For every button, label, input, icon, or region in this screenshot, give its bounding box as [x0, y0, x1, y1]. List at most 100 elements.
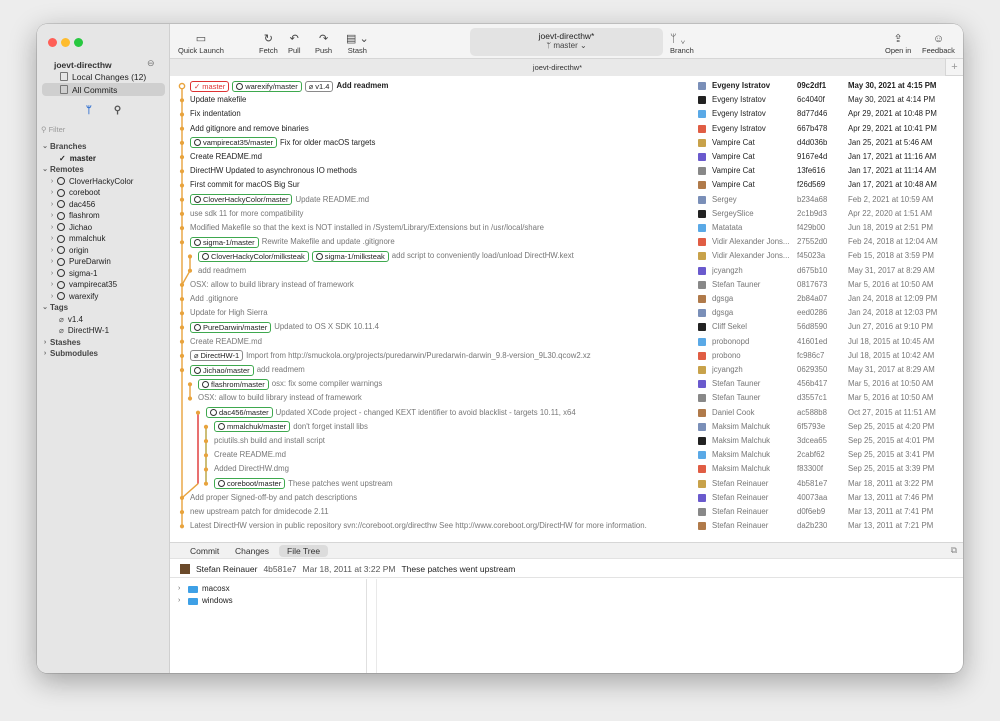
sidebar-all-commits[interactable]: All Commits — [42, 83, 165, 96]
commit-row[interactable]: Add gitignore and remove binaries Evgeny … — [170, 122, 963, 136]
branch-badge[interactable]: Jichao/master — [190, 364, 254, 376]
remote-item[interactable]: › coreboot — [37, 187, 170, 199]
commit-row[interactable]: OSX: allow to build library instead of f… — [170, 278, 963, 292]
branch-badge[interactable]: CloverHackyColor/milksteak — [198, 250, 309, 262]
sidebar-local-changes[interactable]: Local Changes (12) — [42, 70, 165, 83]
external-link-icon[interactable]: ⧉ — [951, 545, 957, 556]
remote-item[interactable]: › Jichao — [37, 222, 170, 234]
window-title[interactable]: joevt-directhw* ᛘ master ⌄ — [470, 28, 663, 56]
branch-badge[interactable]: CloverHackyColor/master — [190, 194, 293, 206]
commit-row[interactable]: CloverHackyColor/milksteak sigma-1/milkst… — [170, 249, 963, 263]
minimize-window-button[interactable] — [61, 38, 70, 47]
fetch-button[interactable]: ↻ Fetch — [259, 32, 278, 55]
commit-row[interactable]: Update makefile Evgeny Istratov 6c4040f May… — [170, 93, 963, 107]
open-in-button[interactable]: ⇪ Open in — [885, 32, 911, 55]
tab-changes[interactable]: Changes — [227, 545, 277, 557]
commit-row[interactable]: OSX: allow to build library instead of f… — [170, 391, 963, 405]
commit-row[interactable]: DirectHW Updated to asynchronous IO meth… — [170, 164, 963, 178]
branch-badge[interactable]: dac456/master — [206, 407, 273, 419]
commit-row[interactable]: Latest DirectHW version in public reposi… — [170, 519, 963, 533]
commit-row[interactable]: Create README.md probonopd 41601ed Jul 18, … — [170, 335, 963, 349]
avatar — [698, 351, 706, 360]
tag-item[interactable]: ⌀ DirectHW-1 — [37, 325, 170, 337]
remote-item[interactable]: › CloverHackyColor — [37, 176, 170, 188]
new-tab-button[interactable]: + — [945, 59, 963, 76]
remote-item[interactable]: › flashrom — [37, 210, 170, 222]
tag-icon: ⌀ — [194, 351, 199, 361]
tags-header[interactable]: ⌄ Tags — [37, 302, 170, 314]
remote-item[interactable]: › PureDarwin — [37, 256, 170, 268]
folder-item[interactable]: › macosx — [170, 583, 366, 595]
commit-row[interactable]: Added DirectHW.dmg Maksim Malchuk f83300f S… — [170, 462, 963, 476]
branch-badge[interactable]: warexify/master — [232, 80, 302, 92]
zoom-window-button[interactable] — [74, 38, 83, 47]
branch-badge[interactable]: sigma-1/milksteak — [311, 250, 389, 262]
branch-icon[interactable]: ᛘ — [86, 105, 92, 119]
commit-row[interactable]: Create README.md Vampire Cat 9167e4d Jan 17… — [170, 150, 963, 164]
remote-item[interactable]: › warexify — [37, 291, 170, 303]
commit-date: May 31, 2017 at 8:29 AM — [848, 365, 935, 374]
commit-row[interactable]: vampirecat35/master Fix for older macOS t… — [170, 136, 963, 150]
filter-input[interactable]: ⚲ Filter — [41, 125, 65, 134]
commit-row[interactable]: flashrom/master osx: fix some compiler wa… — [170, 377, 963, 391]
branch-badge[interactable]: mmalchuk/master — [214, 421, 291, 433]
chevron-down-icon: ⌄ — [42, 166, 48, 173]
commit-row[interactable]: coreboot/master These patches went upstre… — [170, 477, 963, 491]
commit-row[interactable]: First commit for macOS Big Sur Vampire Ca… — [170, 178, 963, 192]
branch-badge[interactable]: coreboot/master — [214, 478, 286, 490]
commit-sha: d3557c1 — [797, 393, 827, 403]
branch-badge[interactable]: vampirecat35/master — [190, 137, 278, 149]
tag-badge[interactable]: ⌀ DirectHW-1 — [190, 350, 244, 362]
push-button[interactable]: ↷ Push — [315, 32, 332, 55]
repo-name[interactable]: joevt-directhw — [54, 60, 112, 70]
tab-file-tree[interactable]: File Tree — [279, 545, 329, 557]
commit-author: Stefan Reinauer — [196, 563, 258, 574]
quick-launch-button[interactable]: ▭ Quick Launch — [178, 32, 224, 55]
commit-row[interactable]: sigma-1/master Rewrite Makefile and updat… — [170, 235, 963, 249]
commit-row[interactable]: Modified Makefile so that the kext is NO… — [170, 221, 963, 235]
branches-header[interactable]: ⌄ Branches — [37, 141, 170, 153]
branch-item[interactable]: ✓ master — [37, 153, 170, 165]
branch-badge[interactable]: PureDarwin/master — [190, 321, 272, 333]
branch-button[interactable]: ᛘ ⌄ Branch — [670, 32, 694, 55]
tab-commit[interactable]: Commit — [182, 545, 227, 557]
commit-subject: pciutils.sh build and install script — [214, 436, 325, 445]
submodules-header[interactable]: › Submodules — [37, 348, 170, 360]
commit-row[interactable]: Add .gitignore dgsga 2b84a07 Jan 24, 2018 a… — [170, 292, 963, 306]
close-window-button[interactable] — [48, 38, 57, 47]
remote-item[interactable]: › sigma-1 — [37, 268, 170, 280]
feedback-button[interactable]: ☺ Feedback — [922, 32, 955, 55]
remote-item[interactable]: › dac456 — [37, 199, 170, 211]
commit-row[interactable]: Update for High Sierra dgsga eed0286 Jan 24… — [170, 306, 963, 320]
remotes-header[interactable]: ⌄ Remotes — [37, 164, 170, 176]
commit-row[interactable]: Create README.md Maksim Malchuk 2cabf62 Sep… — [170, 448, 963, 462]
remote-item[interactable]: › mmalchuk — [37, 233, 170, 245]
commit-row[interactable]: Jichao/master add readmem jcyangzh 0629350 M… — [170, 363, 963, 377]
commit-row[interactable]: new upstream patch for dmidecode 2.11 Ste… — [170, 505, 963, 519]
remote-item[interactable]: › origin — [37, 245, 170, 257]
tag-badge[interactable]: ⌀ v1.4 — [304, 80, 334, 92]
repo-settings-icon[interactable]: ⊖ — [147, 58, 155, 69]
stash-button[interactable]: ▤ ⌄ Stash — [346, 32, 369, 55]
stashes-header[interactable]: › Stashes — [37, 337, 170, 349]
commit-row[interactable]: Add proper Signed-off-by and patch descr… — [170, 491, 963, 505]
folder-item[interactable]: › windows — [170, 595, 366, 607]
commit-row[interactable]: pciutils.sh build and install script Maks… — [170, 434, 963, 448]
commit-row[interactable]: use sdk 11 for more compatibility SergeyS… — [170, 207, 963, 221]
commit-row[interactable]: dac456/master Updated XCode project - cha… — [170, 406, 963, 420]
commit-row[interactable]: add readmem jcyangzh d675b10 May 31, 2017 a… — [170, 264, 963, 278]
commit-row[interactable]: CloverHackyColor/master Update README.md S… — [170, 193, 963, 207]
commit-row[interactable]: mmalchuk/master don't forget install libs… — [170, 420, 963, 434]
pull-button[interactable]: ↶ Pull — [288, 32, 301, 55]
branch-badge[interactable]: flashrom/master — [198, 378, 269, 390]
commit-row[interactable]: Fix indentation Evgeny Istratov 8d77d46 Apr… — [170, 107, 963, 121]
tab-repo[interactable]: joevt-directhw* — [170, 59, 945, 76]
commit-row[interactable]: PureDarwin/master Updated to OS X SDK 10.… — [170, 320, 963, 334]
branch-badge[interactable]: ✓ master — [190, 80, 230, 92]
tag-item[interactable]: ⌀ v1.4 — [37, 314, 170, 326]
search-icon[interactable]: ⚲ — [114, 105, 121, 119]
commit-row[interactable]: ✓ master warexify/master ⌀ v1.4 Add readmem Ev… — [170, 79, 963, 93]
commit-row[interactable]: ⌀ DirectHW-1 Import from http://smuckola.o… — [170, 349, 963, 363]
branch-badge[interactable]: sigma-1/master — [190, 236, 259, 248]
remote-item[interactable]: › vampirecat35 — [37, 279, 170, 291]
